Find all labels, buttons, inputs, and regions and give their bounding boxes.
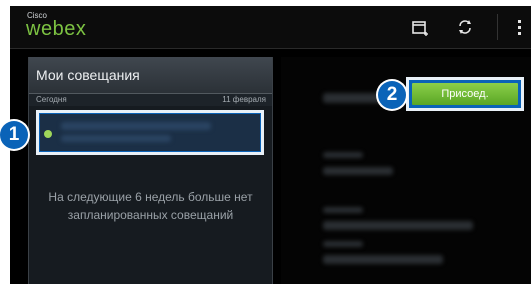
join-button-highlight: Присоед.	[406, 77, 524, 111]
section-label: Сегодня	[36, 95, 67, 104]
logo-name: webex	[26, 18, 87, 40]
empty-state-message: На следующие 6 недель больше нет заплани…	[29, 188, 272, 224]
meeting-time-blurred	[61, 135, 171, 142]
meeting-title-blurred	[61, 122, 211, 130]
detail-label-blurred	[323, 207, 363, 213]
panel-title: Мои совещания	[36, 67, 140, 83]
overflow-menu-icon[interactable]	[509, 17, 529, 37]
callout-badge-1: 1	[0, 121, 28, 149]
empty-message-line2: запланированных совещаний	[67, 208, 234, 222]
detail-title-blurred	[323, 93, 383, 103]
add-calendar-icon[interactable]	[410, 17, 430, 37]
sync-icon[interactable]	[455, 17, 475, 37]
detail-value-blurred	[323, 255, 443, 264]
detail-value-blurred	[323, 167, 393, 175]
my-meetings-panel: Мои совещания Сегодня 11 февраля На след…	[28, 57, 273, 284]
panel-header: Мои совещания	[29, 57, 272, 94]
section-date: 11 февраля	[222, 95, 266, 104]
empty-message-line1: На следующие 6 недель больше нет	[48, 190, 253, 204]
toolbar-divider	[497, 14, 498, 40]
status-dot	[44, 130, 52, 138]
meeting-list-item[interactable]	[36, 110, 264, 155]
top-action-bar: Cisco webex	[10, 6, 531, 49]
detail-label-blurred	[323, 241, 363, 247]
join-button[interactable]: Присоед.	[412, 83, 518, 105]
detail-label-blurred	[323, 152, 363, 158]
section-header: Сегодня 11 февраля	[29, 94, 272, 106]
detail-value-blurred	[323, 221, 473, 230]
callout-badge-2: 2	[378, 81, 406, 109]
webex-app-screen: Cisco webex Мои совещания Сегодня 11 фев	[10, 6, 531, 284]
